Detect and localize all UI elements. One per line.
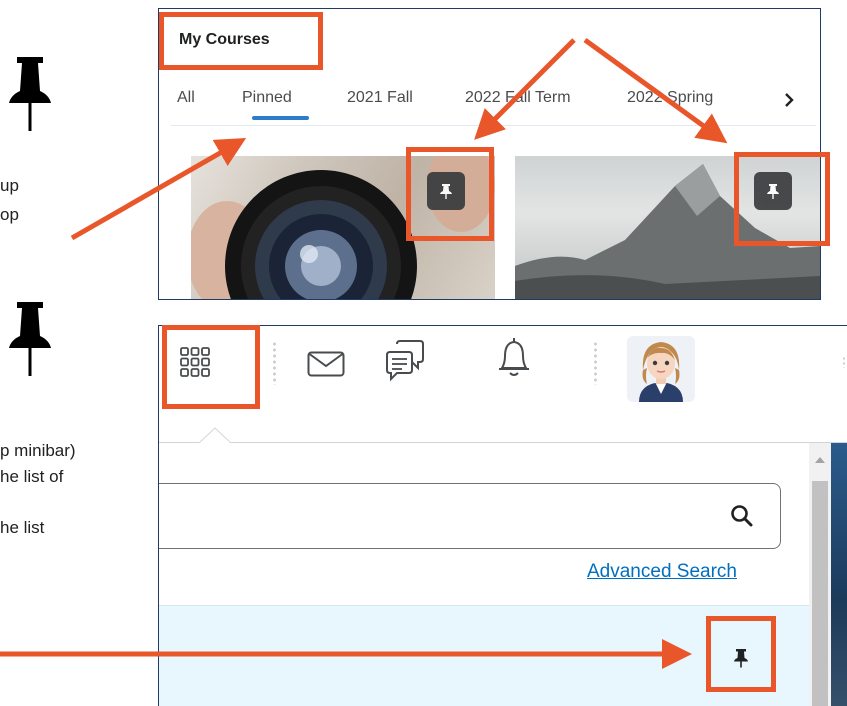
annotation-arrows — [0, 37, 728, 669]
